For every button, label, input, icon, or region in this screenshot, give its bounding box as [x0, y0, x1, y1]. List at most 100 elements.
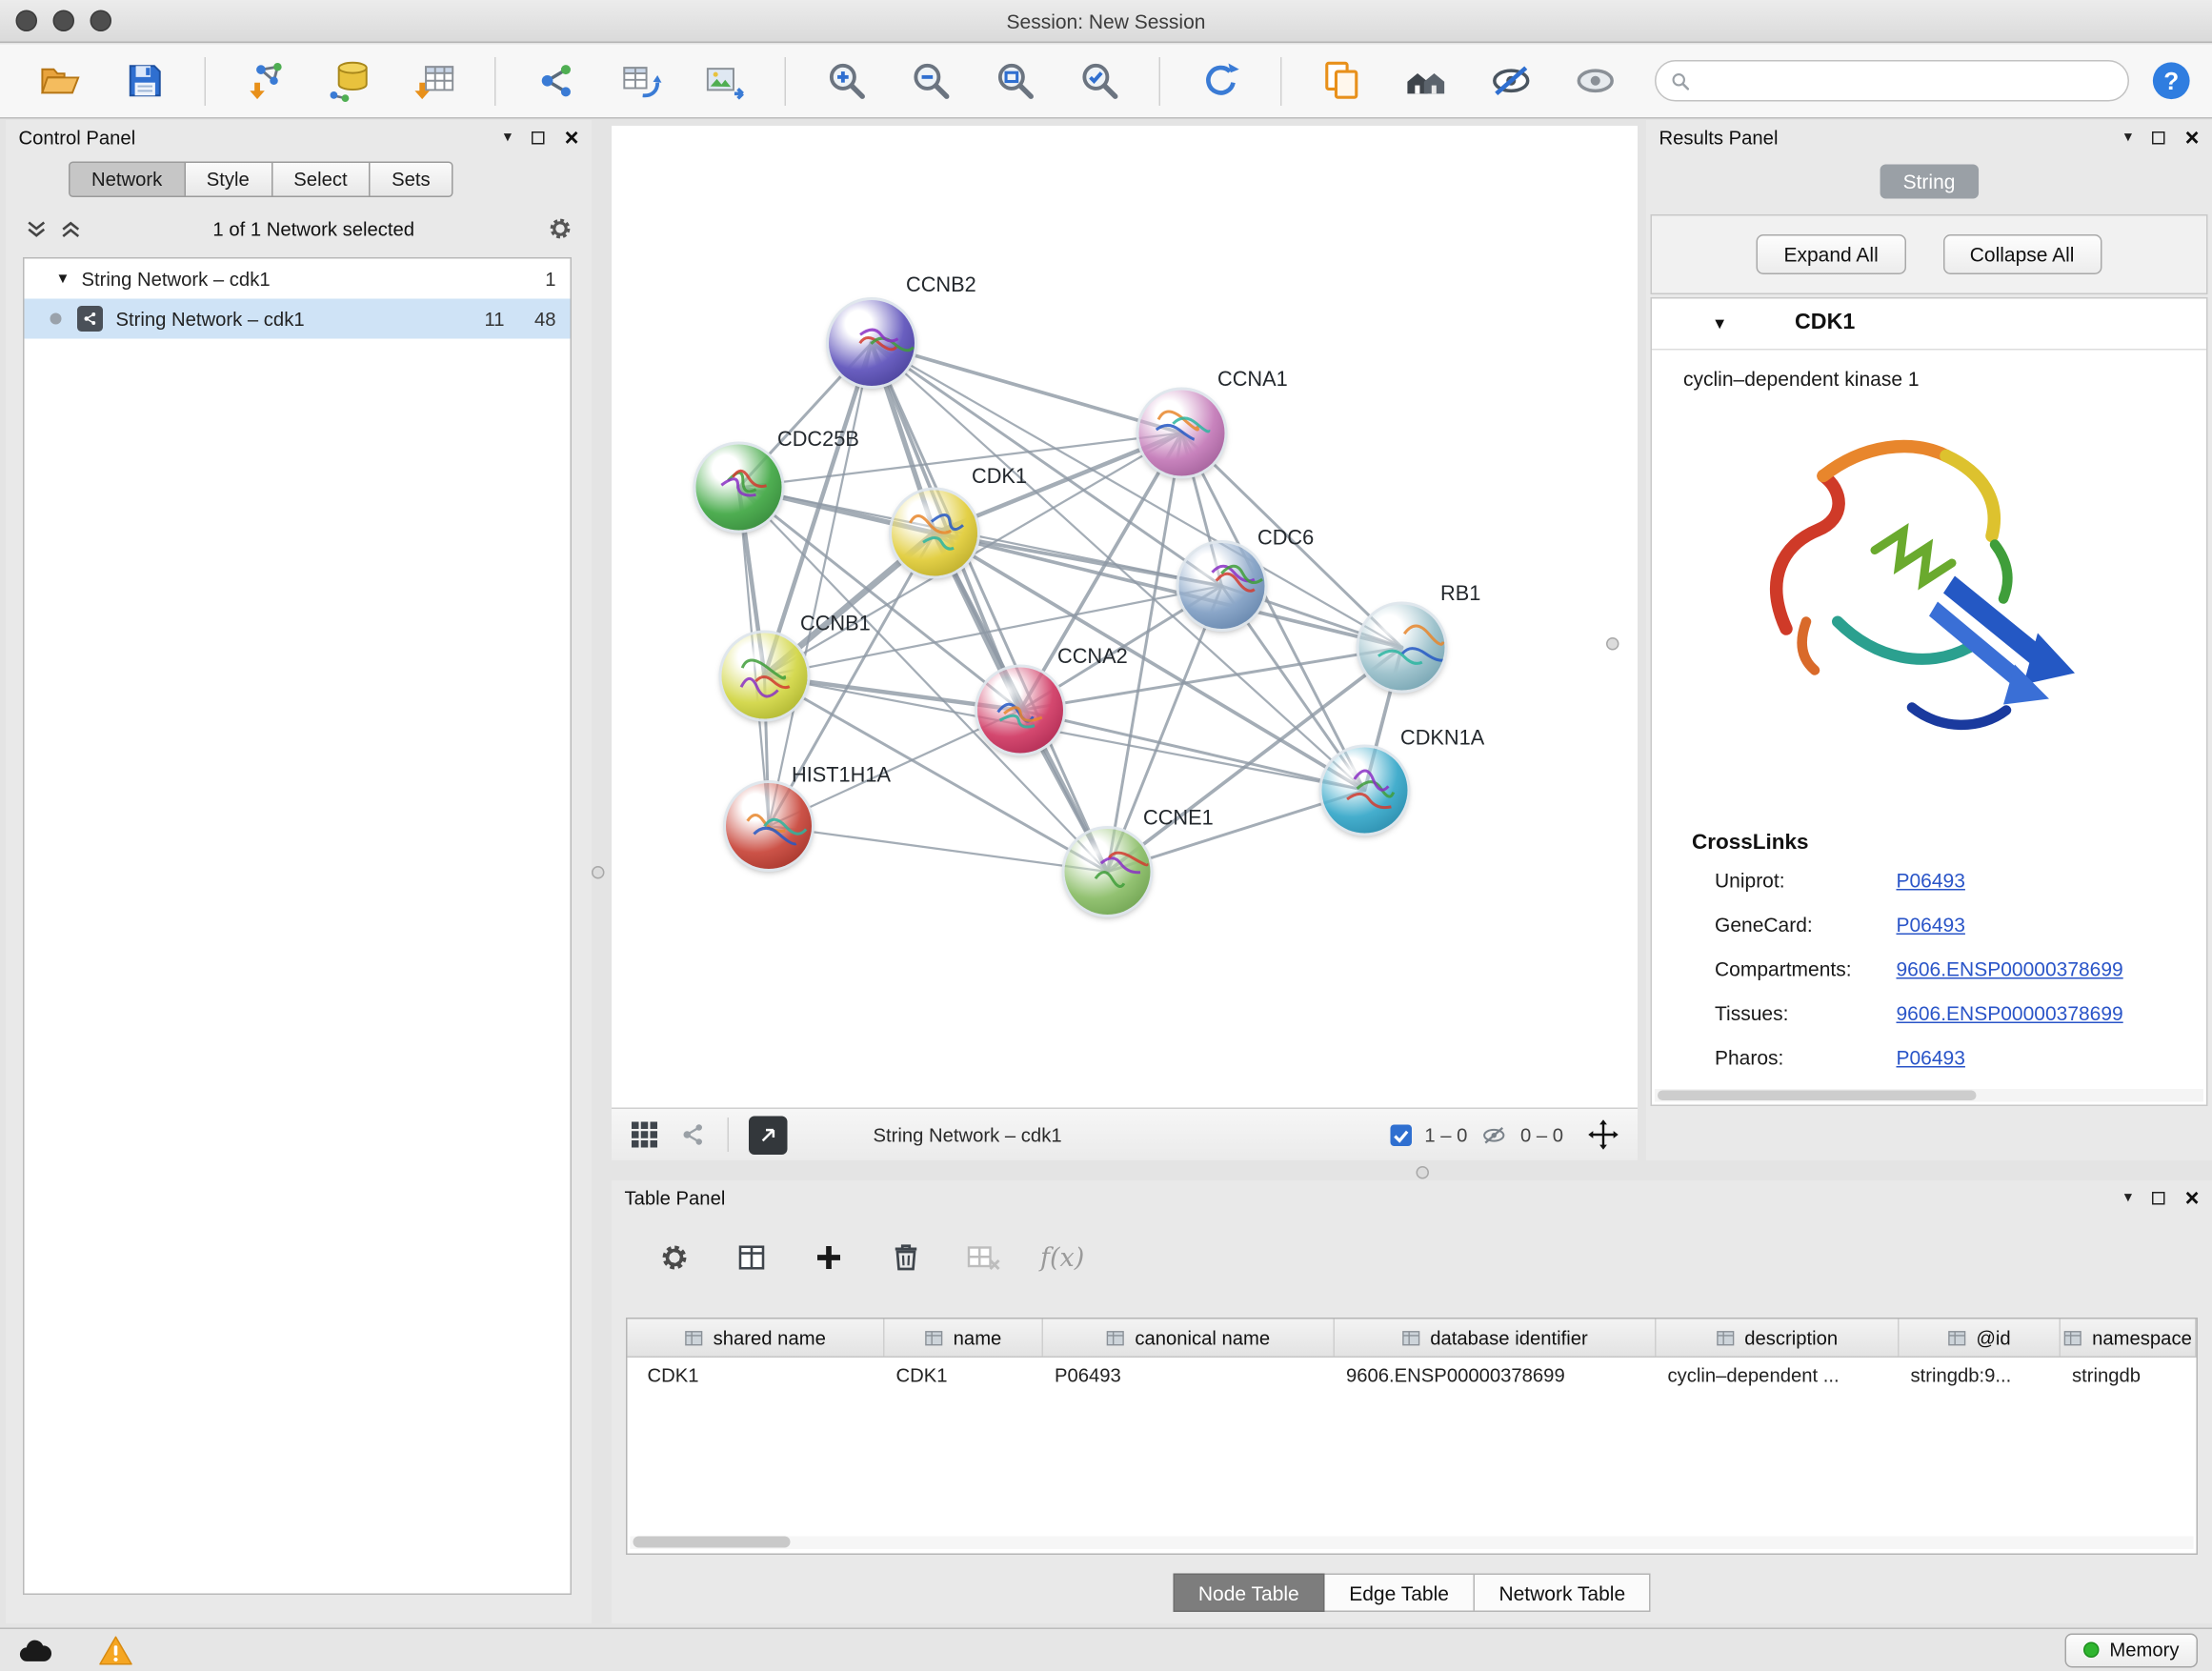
minimize-window-button[interactable]: [53, 10, 75, 32]
network-collection-row[interactable]: ▼ String Network – cdk1 1: [25, 259, 571, 299]
panel-float-icon[interactable]: [532, 131, 545, 144]
network-node-CDK1[interactable]: [892, 491, 977, 576]
network-node-CDC6[interactable]: [1179, 543, 1265, 629]
network-node-CDKN1A[interactable]: [1322, 748, 1408, 834]
disclosure-triangle-icon[interactable]: ▼: [56, 271, 82, 287]
column-header-name[interactable]: name: [885, 1319, 1044, 1357]
cell-description[interactable]: cyclin–dependent ...: [1657, 1358, 1900, 1397]
network-options-gear-icon[interactable]: [546, 214, 574, 243]
zoom-window-button[interactable]: [90, 10, 112, 32]
close-window-button[interactable]: [16, 10, 38, 32]
cell-canonical-name[interactable]: P06493: [1043, 1358, 1335, 1397]
crosslink-link[interactable]: P06493: [1897, 869, 1965, 892]
crosslink-link[interactable]: 9606.ENSP00000378699: [1897, 957, 2123, 980]
export-network-view-button[interactable]: [749, 1116, 788, 1155]
import-network-from-database-button[interactable]: [319, 50, 382, 112]
zoom-out-button[interactable]: [899, 50, 962, 112]
function-builder-button[interactable]: f(x): [1040, 1242, 1084, 1273]
network-node-RB1[interactable]: [1359, 605, 1445, 691]
table-horizontal-scrollbar[interactable]: [631, 1537, 2194, 1550]
column-header-canonical-name[interactable]: canonical name: [1043, 1319, 1335, 1357]
refresh-network-button[interactable]: [1189, 50, 1252, 112]
export-image-button[interactable]: [694, 50, 756, 112]
import-table-from-file-button[interactable]: [403, 50, 466, 112]
network-node-HIST1H1A[interactable]: [726, 783, 812, 869]
hide-unhide-button[interactable]: [1479, 50, 1542, 112]
toolbar-search[interactable]: [1655, 60, 2129, 102]
network-node-CCNA2[interactable]: [977, 668, 1063, 754]
panel-menu-icon[interactable]: ▾: [504, 130, 512, 146]
results-horizontal-scrollbar[interactable]: [1655, 1089, 2203, 1102]
annotations-button[interactable]: [1311, 50, 1374, 112]
table-options-gear-button[interactable]: [654, 1238, 694, 1278]
collapse-all-networks-icon[interactable]: [60, 219, 82, 238]
column-header-shared-name[interactable]: shared name: [628, 1319, 885, 1357]
network-node-CCNE1[interactable]: [1065, 829, 1151, 915]
network-share-icon[interactable]: [679, 1120, 708, 1149]
delete-table-button-disabled[interactable]: [963, 1238, 1003, 1278]
splitter-handle[interactable]: [1606, 637, 1619, 651]
column-header-database-identifier[interactable]: database identifier: [1335, 1319, 1657, 1357]
tab-edge-table[interactable]: Edge Table: [1325, 1574, 1475, 1613]
tab-network-table[interactable]: Network Table: [1475, 1574, 1651, 1613]
crosslink-link[interactable]: 9606.ENSP00000378699: [1897, 1002, 2123, 1025]
splitter-handle[interactable]: [592, 866, 605, 879]
panel-close-icon[interactable]: ×: [565, 125, 579, 150]
tab-style[interactable]: Style: [185, 162, 272, 198]
tab-network[interactable]: Network: [69, 162, 185, 198]
cell-namespace[interactable]: stringdb: [2061, 1358, 2197, 1397]
crosslink-link[interactable]: P06493: [1897, 914, 1965, 936]
zoom-fit-button[interactable]: [983, 50, 1046, 112]
memory-button[interactable]: Memory: [2065, 1633, 2198, 1667]
column-header-description[interactable]: description: [1657, 1319, 1900, 1357]
collapse-all-button[interactable]: Collapse All: [1942, 234, 2101, 274]
birdseye-grid-icon[interactable]: [631, 1120, 659, 1149]
import-network-from-file-button[interactable]: [234, 50, 297, 112]
panel-close-icon[interactable]: ×: [2185, 1185, 2200, 1210]
save-session-button[interactable]: [113, 50, 176, 112]
network-row-selected[interactable]: String Network – cdk1 11 48: [25, 299, 571, 339]
zoom-selected-button[interactable]: [1068, 50, 1131, 112]
expand-all-button[interactable]: Expand All: [1757, 234, 1905, 274]
cell-shared-name[interactable]: CDK1: [628, 1358, 885, 1397]
network-from-table-button[interactable]: [609, 50, 672, 112]
delete-column-button[interactable]: [886, 1238, 926, 1278]
selected-checkbox-icon[interactable]: [1390, 1124, 1412, 1146]
cell-id[interactable]: stringdb:9...: [1900, 1358, 2061, 1397]
cell-name[interactable]: CDK1: [885, 1358, 1044, 1397]
crosslink-link[interactable]: P06493: [1897, 1046, 1965, 1069]
zoom-in-button[interactable]: [814, 50, 877, 112]
expand-all-networks-icon[interactable]: [26, 219, 48, 238]
panel-float-icon[interactable]: [2152, 131, 2165, 144]
help-button[interactable]: ?: [2149, 59, 2194, 104]
table-row[interactable]: CDK1 CDK1 P06493 9606.ENSP00000378699 cy…: [628, 1358, 2197, 1397]
pan-crosshair-icon[interactable]: [1588, 1119, 1619, 1151]
tab-node-table[interactable]: Node Table: [1173, 1574, 1325, 1613]
cell-database-identifier[interactable]: 9606.ENSP00000378699: [1335, 1358, 1657, 1397]
graphics-details-button[interactable]: [1563, 50, 1626, 112]
tab-select[interactable]: Select: [272, 162, 371, 198]
network-node-CCNB1[interactable]: [722, 634, 808, 719]
warnings-button[interactable]: [94, 1632, 137, 1669]
panel-close-icon[interactable]: ×: [2185, 125, 2200, 150]
panel-float-icon[interactable]: [2152, 1191, 2165, 1204]
create-column-button[interactable]: [809, 1238, 849, 1278]
column-header-namespace[interactable]: namespace: [2061, 1319, 2197, 1357]
splitter-handle[interactable]: [1417, 1166, 1430, 1179]
protein-disclosure-triangle-icon[interactable]: ▼: [1712, 316, 1727, 333]
new-network-button[interactable]: [525, 50, 588, 112]
panel-menu-icon[interactable]: ▾: [2124, 130, 2132, 146]
hidden-eye-slash-icon[interactable]: [1480, 1124, 1508, 1146]
cloud-button[interactable]: [14, 1632, 57, 1669]
column-header-id[interactable]: @id: [1900, 1319, 2061, 1357]
network-node-CDC25B[interactable]: [696, 445, 782, 531]
panel-menu-icon[interactable]: ▾: [2124, 1190, 2132, 1206]
search-input[interactable]: [1699, 70, 2114, 92]
open-session-button[interactable]: [29, 50, 91, 112]
string-results-tab[interactable]: String: [1880, 165, 1979, 199]
home-button[interactable]: [1395, 50, 1458, 112]
network-canvas[interactable]: CCNB2CCNA1CDC25BCDK1CDC6RB1CCNB1CCNA2CDK…: [612, 126, 1638, 1108]
network-node-CCNA1[interactable]: [1139, 391, 1225, 476]
tab-sets[interactable]: Sets: [371, 162, 453, 198]
network-node-CCNB2[interactable]: [829, 300, 915, 386]
